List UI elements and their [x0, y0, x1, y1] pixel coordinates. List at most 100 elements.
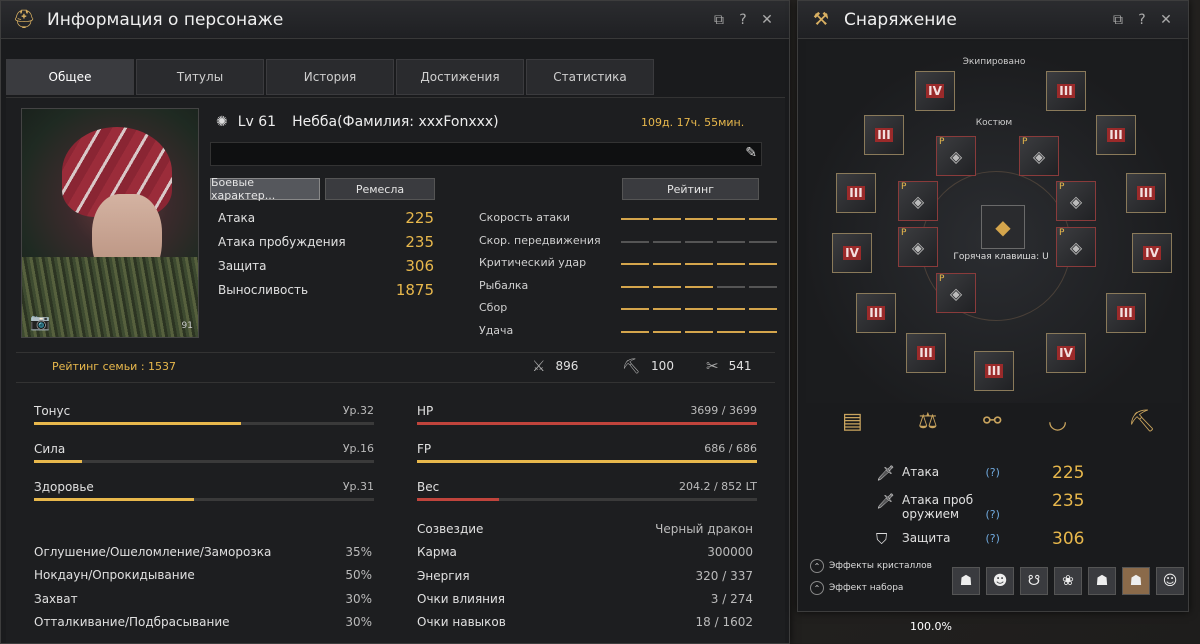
stat-value: 306 — [405, 257, 434, 275]
window-titlebar[interactable]: ⚒ Снаряжение ⧉ ? ✕ — [798, 1, 1188, 39]
gear-slot[interactable]: III — [906, 333, 946, 373]
visibility-toggle-1[interactable]: ☗ — [952, 567, 980, 595]
tab-statistics[interactable]: Статистика — [526, 59, 654, 95]
costume-slot[interactable]: P ◈ — [936, 136, 976, 176]
premium-mark: P — [901, 182, 907, 192]
bar-level: Ур.32 — [342, 404, 374, 417]
window-titlebar[interactable]: ⛑ Информация о персонаже ⧉ ? ✕ — [1, 1, 789, 39]
minimize-icon[interactable]: ⧉ — [711, 12, 727, 28]
character-level: Lv 61 — [237, 114, 277, 130]
pet-slot[interactable]: ◆ — [981, 205, 1025, 249]
close-icon[interactable]: ✕ — [1158, 12, 1174, 28]
pickaxe-icon[interactable]: ⛏ — [1128, 409, 1156, 434]
grade-bar — [621, 285, 777, 288]
gear-slot[interactable]: III — [1126, 173, 1166, 213]
help-icon[interactable]: ? — [1134, 12, 1150, 28]
book-icon[interactable]: ▤ — [842, 409, 863, 434]
bar-track — [417, 422, 757, 425]
grade-segment — [749, 285, 777, 288]
paw-icon[interactable]: ❀ — [1054, 567, 1082, 595]
gear-slot[interactable]: III — [1046, 71, 1086, 111]
window-title: Информация о персонаже — [47, 9, 284, 30]
equipped-label: Экипировано — [962, 57, 1026, 67]
grade-segment — [621, 285, 649, 288]
glasses-icon[interactable]: ⚯ — [983, 409, 1001, 434]
gear-slot[interactable]: III — [1106, 293, 1146, 333]
stat-label: Атака пробуждения — [218, 235, 346, 249]
help-icon[interactable]: (?) — [982, 532, 999, 545]
gear-slot[interactable]: IV — [1046, 333, 1086, 373]
grade-segment — [621, 308, 649, 311]
tab-achievements[interactable]: Достижения — [396, 59, 524, 95]
grade-segment — [685, 308, 713, 311]
help-icon[interactable]: (?) — [982, 508, 999, 521]
info-row: Энергия 320 / 337 — [417, 569, 753, 583]
bar-value: 686 / 686 — [704, 442, 757, 455]
crafts-button[interactable]: Ремесла — [325, 178, 435, 200]
bar-label: Вес — [417, 480, 440, 494]
visibility-toggle-2[interactable]: ☻ — [986, 567, 1014, 595]
costume-slot[interactable]: P ◈ — [1056, 181, 1096, 221]
grade-label: Скорость атаки — [479, 211, 570, 224]
intro-input[interactable]: ✎ — [210, 142, 762, 166]
lantern-icon[interactable]: ⚖ — [918, 409, 938, 434]
help-icon[interactable]: ? — [735, 12, 751, 28]
info-row: Очки навыков 18 / 1602 — [417, 615, 753, 629]
crystal-effects-toggle[interactable]: ⌃ Эффекты кристаллов — [810, 559, 932, 573]
combat-stats-button[interactable]: Боевые характер... — [210, 176, 320, 202]
bar-track — [417, 460, 757, 463]
gear-slot[interactable]: III — [836, 173, 876, 213]
tab-titles[interactable]: Титулы — [136, 59, 264, 95]
counter-value: 541 — [728, 359, 752, 373]
grade-bar — [621, 218, 777, 220]
info-value: Черный дракон — [655, 522, 753, 536]
tab-general[interactable]: Общее — [6, 59, 134, 95]
tab-history[interactable]: История — [266, 59, 394, 95]
gear-slot[interactable]: IV — [832, 233, 872, 273]
minimize-icon[interactable]: ⧉ — [1110, 12, 1126, 28]
grade-segment — [653, 331, 681, 333]
mouth-icon[interactable]: ◡ — [1048, 409, 1067, 434]
gear-slot[interactable]: III — [864, 115, 904, 155]
pencil-icon[interactable]: ✎ — [745, 145, 757, 161]
visibility-toggle-3[interactable]: ☋ — [1020, 567, 1048, 595]
equipment-window: ⚒ Снаряжение ⧉ ? ✕ Экипировано Костюм IV… — [797, 0, 1189, 612]
camera-icon[interactable]: 📷 — [30, 312, 50, 331]
close-icon[interactable]: ✕ — [759, 12, 775, 28]
counter-value: 896 — [555, 359, 579, 373]
gear-slot[interactable]: III — [974, 351, 1014, 391]
sword-icon: 🗡 — [876, 464, 896, 482]
costume-slot[interactable]: P ◈ — [898, 181, 938, 221]
costume-slot[interactable]: P ◈ — [898, 227, 938, 267]
portrait-level: 91 — [181, 321, 193, 331]
premium-mark: P — [939, 137, 945, 147]
equip-stat-label: Атака проб оружием — [902, 493, 974, 521]
visibility-toggle-5[interactable]: ☗ — [1088, 567, 1116, 595]
grade-label: Рыбалка — [479, 278, 529, 292]
gear-slot[interactable]: III — [1096, 115, 1136, 155]
chevron-up-icon: ⌃ — [810, 581, 824, 595]
costume-slot[interactable]: P ◈ — [936, 273, 976, 313]
resist-label: Отталкивание/Подбрасывание — [34, 614, 230, 629]
costume-slot[interactable]: P ◈ — [1056, 227, 1096, 267]
status-bar: FP 686 / 686 — [417, 442, 757, 463]
set-effect-toggle[interactable]: ⌃ Эффект набора — [810, 581, 903, 595]
visibility-toggle-6[interactable]: ☗ — [1122, 567, 1150, 595]
rating-button[interactable]: Рейтинг — [622, 178, 759, 200]
gear-slot[interactable]: IV — [1132, 233, 1172, 273]
info-value: 300000 — [707, 545, 753, 560]
info-label: Очки влияния — [417, 591, 506, 606]
grade-segment — [685, 218, 713, 220]
grade-segment — [749, 308, 777, 311]
gear-slot[interactable]: IV — [915, 71, 955, 111]
gear-slot[interactable]: III — [856, 293, 896, 333]
counter: ⛏ 100 — [622, 357, 674, 375]
stat-row: Защита 306 — [218, 257, 434, 275]
help-icon[interactable]: (?) — [982, 466, 999, 479]
visibility-toggle-7[interactable]: ☺ — [1156, 567, 1184, 595]
grade-segment — [621, 331, 649, 333]
info-value: 320 / 337 — [695, 568, 753, 583]
grade-segment — [685, 285, 713, 288]
grade-segment — [717, 240, 745, 243]
costume-slot[interactable]: P ◈ — [1019, 136, 1059, 176]
